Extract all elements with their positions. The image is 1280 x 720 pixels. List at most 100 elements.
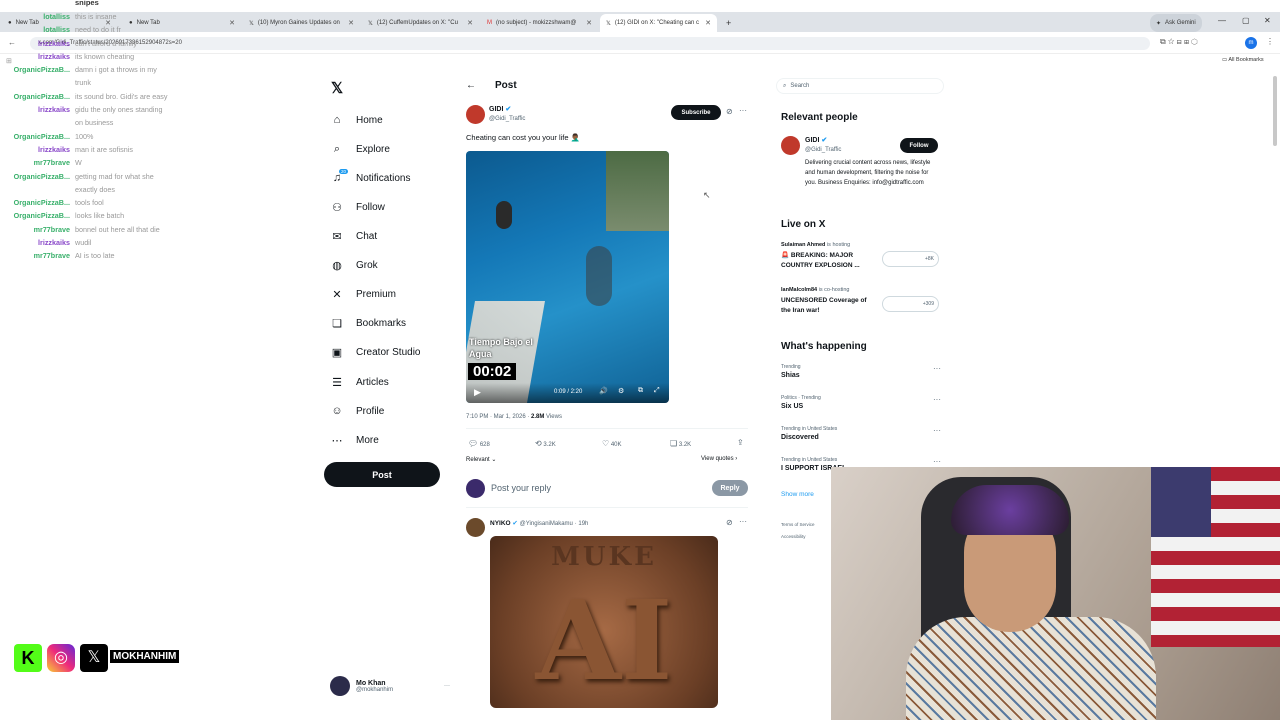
tab-gmail[interactable]: M (no subject) - mokizzshwam@ ✕	[481, 14, 598, 32]
sidebar-item-more[interactable]: ⋯ More	[330, 428, 379, 452]
search-input[interactable]: ⌕ Search	[776, 78, 944, 94]
listener-count: +8K	[882, 251, 939, 267]
bell-icon: ♫	[332, 172, 342, 184]
trend-item[interactable]: Politics · Trending Six US ···	[781, 395, 941, 410]
chat-username: OrganicPizzaB...	[13, 211, 70, 221]
browser-action-icons[interactable]: ⧉ ☆ ⊟ ⊞ ⬡	[1160, 37, 1198, 47]
volume-icon[interactable]: 🔊	[599, 387, 608, 395]
chat-username: mr77brave	[33, 158, 70, 168]
new-tab-button[interactable]: +	[720, 14, 734, 32]
verified-badge-icon: ✔	[505, 106, 512, 113]
sidebar-item-creator-studio[interactable]: ▣ Creator Studio	[330, 340, 421, 364]
chat-top-user: snipes	[75, 0, 99, 7]
tweet-text: Cheating can cost you your life 🤦🏾‍♂️	[466, 133, 580, 142]
chat-text: wudil	[75, 238, 92, 248]
host-name: IanMalcolm84	[781, 287, 818, 293]
url-input[interactable]: x.com/Gidi_Traffic/status/20269173361529…	[30, 37, 1150, 50]
show-more-link[interactable]: Show more	[781, 491, 814, 498]
sidebar-item-label: Profile	[356, 405, 385, 417]
person-name[interactable]: GIDI ✔	[805, 136, 827, 144]
chat-message: mr77brave bonnel out here all that die	[0, 223, 190, 236]
sidebar-item-profile[interactable]: ☺ Profile	[330, 399, 384, 423]
tweet-author-name[interactable]: GIDI ✔	[489, 105, 511, 113]
like-count[interactable]: ♡ 40K	[602, 439, 622, 448]
reply-image[interactable]: MUKE AI	[490, 536, 718, 708]
repost-count[interactable]: ⟲ 3.2K	[535, 439, 556, 448]
chat-text: need to do it fr	[75, 25, 121, 35]
chat-text: getting mad for what she	[75, 171, 154, 181]
trend-item[interactable]: Trending in United States Discovered ···	[781, 426, 941, 441]
sidebar-item-bookmarks[interactable]: ❏ Bookmarks	[330, 311, 406, 335]
reply-count[interactable]: 💬︎ 628	[468, 439, 490, 448]
settings-icon[interactable]: ⚙	[618, 387, 624, 395]
chat-text: its known cheating	[75, 51, 135, 61]
live-space-item[interactable]: IanMalcolm84 is co-hosting UNCENSORED Cov…	[781, 287, 941, 316]
play-icon[interactable]: ▶	[474, 387, 481, 398]
profile-icon: ☺	[331, 405, 343, 417]
share-icon[interactable]: ⇪	[737, 438, 744, 447]
more-dots-icon[interactable]: ···	[739, 106, 747, 115]
minimize-icon[interactable]: —	[1218, 16, 1226, 25]
close-window-icon[interactable]: ✕	[1264, 16, 1271, 25]
live-heading: Live on X	[781, 219, 826, 230]
back-arrow-icon[interactable]: ←	[466, 80, 476, 91]
more-dots-icon[interactable]: ···	[933, 395, 941, 404]
sort-replies[interactable]: Relevant ⌄	[466, 456, 496, 463]
ask-gemini-button[interactable]: ✦ Ask Gemini	[1150, 14, 1202, 32]
more-dots-icon[interactable]: ···	[739, 517, 747, 526]
chat-username: OrganicPizzaB...	[13, 171, 70, 181]
x-logo-icon[interactable]: 𝕏	[331, 79, 343, 97]
bookmark-count[interactable]: ❏ 3.2K	[670, 439, 691, 448]
subscribe-button[interactable]: Subscribe	[671, 105, 721, 120]
post-button[interactable]: Post	[324, 462, 440, 487]
sidebar-item-home[interactable]: ⌂ Home	[330, 108, 383, 132]
chat-message: lotalliss this is insane	[0, 10, 190, 23]
chat-message: lrizzkaiks man it are sofisnis	[0, 143, 190, 156]
close-tab-icon[interactable]: ✕	[348, 19, 354, 27]
tweet-video[interactable]: Tiempo Bajo el Agua 00:02 ▶ 0:09 / 2:20 …	[466, 151, 669, 403]
sidebar-item-chat[interactable]: ✉ Chat	[330, 224, 377, 248]
close-tab-icon[interactable]: ✕	[467, 19, 473, 27]
view-quotes-link[interactable]: View quotes ›	[701, 456, 737, 462]
fullscreen-icon[interactable]: ⤢	[654, 387, 660, 395]
grok-icon[interactable]: ⊘	[726, 518, 733, 527]
sidebar-item-grok[interactable]: ◍ Grok	[330, 253, 377, 277]
more-dots-icon[interactable]: ···	[933, 364, 941, 373]
reply-icon: 💬︎	[468, 439, 479, 448]
all-bookmarks[interactable]: ▭ All Bookmarks	[1222, 57, 1264, 63]
menu-dots-icon[interactable]: ⋮	[1266, 37, 1274, 46]
maximize-icon[interactable]: ▢	[1242, 16, 1250, 25]
follow-button[interactable]: Follow	[900, 138, 938, 153]
tab-myron[interactable]: 𝕏 (10) Myron Gaines Updates on ✕	[243, 14, 360, 32]
sidebar-item-notifications[interactable]: 20 ♫ Notifications	[330, 166, 410, 190]
account-switcher[interactable]: Mo Khan @mokhanhim ···	[330, 675, 450, 697]
sidebar-item-premium[interactable]: ✕ Premium	[330, 282, 396, 306]
tab-gidi[interactable]: 𝕏 (12) GIDI on X: "Cheating can c ✕	[600, 14, 717, 32]
close-tab-icon[interactable]: ✕	[229, 19, 235, 27]
more-dots-icon[interactable]: ···	[444, 683, 450, 689]
more-dots-icon[interactable]: ···	[933, 426, 941, 435]
stream-chat-overlay: lotalliss this is insane lotalliss need to …	[0, 10, 190, 263]
chat-username: mr77brave	[33, 251, 70, 261]
tab-cuffem[interactable]: 𝕏 (12) CuffemUpdates on X: "Cu ✕	[362, 14, 479, 32]
trend-context: Trending in United States	[781, 426, 838, 432]
reply-button[interactable]: Reply	[712, 480, 748, 496]
grok-icon[interactable]: ⊘	[726, 107, 733, 116]
sidebar-item-follow[interactable]: ⚇ Follow	[330, 195, 385, 219]
more-dots-icon[interactable]: ···	[933, 457, 941, 466]
pip-icon[interactable]: ⧉	[638, 387, 643, 395]
tweet-author-avatar[interactable]	[466, 105, 485, 124]
live-space-item[interactable]: Sulaiman Ahmed is hosting 🚨 BREAKING: MAJ…	[781, 242, 941, 271]
reply-input[interactable]: Post your reply	[491, 483, 551, 493]
reply-author-avatar[interactable]	[466, 518, 485, 537]
close-tab-icon[interactable]: ✕	[586, 19, 592, 27]
scrollbar[interactable]	[1273, 76, 1277, 146]
trend-item[interactable]: Trending Shias ···	[781, 364, 941, 379]
close-tab-icon[interactable]: ✕	[705, 19, 711, 27]
sidebar-item-articles[interactable]: ☰ Articles	[330, 370, 389, 394]
chat-message: OrganicPizzaB... 100%	[0, 130, 190, 143]
sidebar-item-explore[interactable]: ⌕ Explore	[330, 137, 390, 161]
person-avatar[interactable]	[781, 136, 800, 155]
live-title: 🚨 BREAKING: MAJOR COUNTRY EXPLOSION ...	[781, 252, 860, 269]
profile-avatar[interactable]: m	[1245, 37, 1257, 49]
